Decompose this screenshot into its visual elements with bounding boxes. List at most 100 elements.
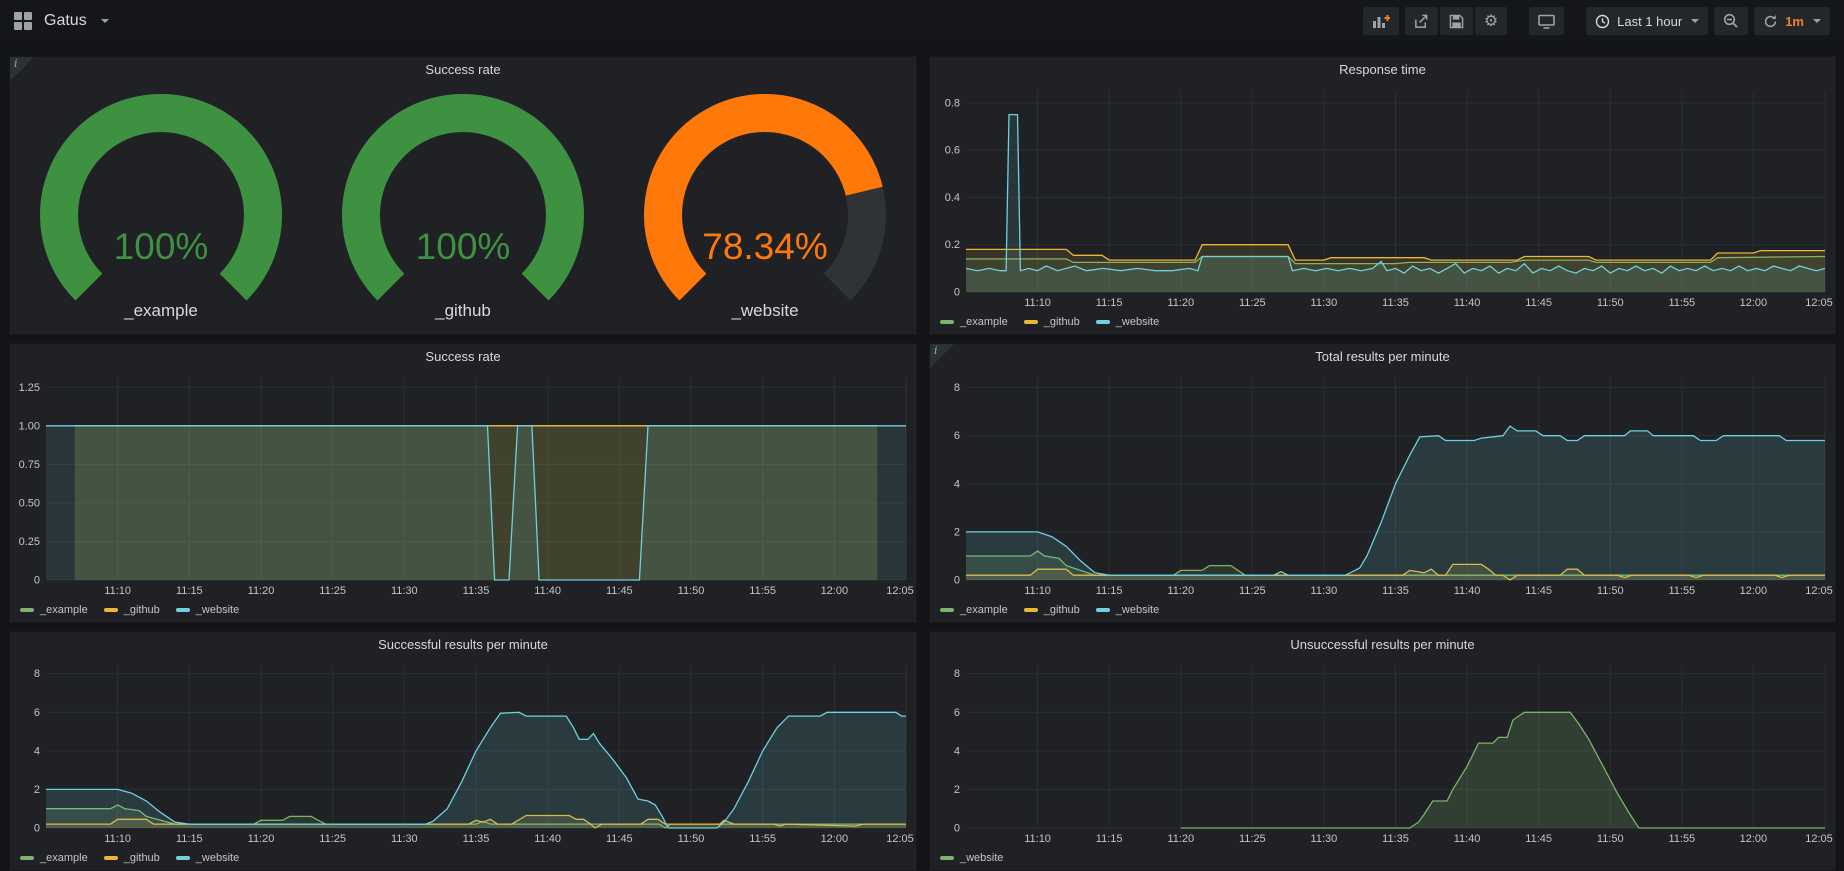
svg-text:1.25: 1.25 bbox=[19, 382, 40, 394]
panel-total-results: i Total results per minute 0246811:1011:… bbox=[929, 343, 1836, 623]
svg-text:12:05: 12:05 bbox=[1805, 297, 1833, 309]
time-range-caret-icon bbox=[1691, 19, 1699, 23]
panel-title[interactable]: Unsuccessful results per minute bbox=[930, 632, 1835, 658]
successful-results-chart[interactable]: 0246811:1011:1511:2011:2511:3011:3511:40… bbox=[10, 658, 916, 846]
svg-text:0: 0 bbox=[34, 575, 40, 587]
svg-text:0.4: 0.4 bbox=[945, 192, 960, 204]
response-time-chart[interactable]: 00.20.40.60.811:1011:1511:2011:2511:3011… bbox=[930, 83, 1835, 310]
legend-series-label: _website bbox=[1116, 604, 1159, 616]
panel-title[interactable]: Total results per minute bbox=[930, 344, 1835, 370]
svg-text:11:45: 11:45 bbox=[606, 833, 633, 845]
add-panel-button[interactable] bbox=[1363, 7, 1399, 35]
svg-text:11:10: 11:10 bbox=[104, 833, 131, 845]
success-rate-graph-chart[interactable]: 00.250.500.751.001.2511:1011:1511:2011:2… bbox=[10, 370, 916, 598]
svg-text:100%: 100% bbox=[114, 226, 209, 267]
total-results-chart[interactable]: 0246811:1011:1511:2011:2511:3011:3511:40… bbox=[930, 370, 1835, 598]
legend-item[interactable]: _website bbox=[940, 852, 1003, 864]
legend: _example _github _website bbox=[20, 601, 239, 619]
svg-text:4: 4 bbox=[954, 745, 960, 757]
legend-item[interactable]: _github bbox=[104, 852, 160, 864]
svg-text:11:55: 11:55 bbox=[1668, 833, 1695, 845]
svg-text:11:50: 11:50 bbox=[1597, 585, 1624, 597]
svg-text:1.00: 1.00 bbox=[19, 420, 40, 432]
gear-icon: ⚙ bbox=[1484, 14, 1498, 29]
svg-text:11:45: 11:45 bbox=[1525, 585, 1552, 597]
panel-info-corner[interactable]: i bbox=[930, 344, 954, 368]
apps-grid-icon[interactable] bbox=[14, 12, 32, 30]
svg-text:8: 8 bbox=[34, 668, 40, 680]
settings-button[interactable]: ⚙ bbox=[1475, 7, 1507, 35]
legend-item[interactable]: _github bbox=[1024, 604, 1080, 616]
svg-text:8: 8 bbox=[954, 668, 960, 680]
legend: _example _github _website bbox=[20, 849, 239, 867]
panel-successful-results: Successful results per minute 0246811:10… bbox=[9, 631, 917, 871]
svg-text:100%: 100% bbox=[416, 226, 511, 267]
panel-title[interactable]: Success rate bbox=[10, 344, 916, 370]
svg-text:11:25: 11:25 bbox=[319, 833, 346, 845]
legend-series-label: _website bbox=[960, 852, 1003, 864]
legend-item[interactable]: _website bbox=[176, 604, 239, 616]
svg-text:0: 0 bbox=[954, 823, 960, 835]
monitor-icon bbox=[1538, 14, 1555, 29]
unsuccessful-results-chart[interactable]: 0246811:1011:1511:2011:2511:3011:3511:40… bbox=[930, 658, 1835, 846]
svg-text:12:05: 12:05 bbox=[886, 585, 914, 597]
svg-text:_website: _website bbox=[730, 301, 798, 320]
legend-item[interactable]: _example bbox=[940, 604, 1008, 616]
panel-title[interactable]: Success rate bbox=[10, 57, 916, 83]
legend-item[interactable]: _example bbox=[20, 852, 88, 864]
refresh-icon bbox=[1763, 14, 1778, 29]
svg-text:11:40: 11:40 bbox=[534, 585, 561, 597]
save-button[interactable] bbox=[1440, 7, 1473, 35]
svg-text:12:00: 12:00 bbox=[1740, 585, 1768, 597]
legend-item[interactable]: _website bbox=[176, 852, 239, 864]
svg-text:11:15: 11:15 bbox=[1096, 585, 1123, 597]
legend-series-label: _github bbox=[1044, 604, 1080, 616]
svg-text:78.34%: 78.34% bbox=[702, 226, 828, 267]
dashboard-title-caret-icon[interactable] bbox=[101, 19, 109, 23]
legend-series-dash bbox=[940, 856, 954, 860]
svg-text:11:25: 11:25 bbox=[1239, 585, 1266, 597]
svg-text:11:30: 11:30 bbox=[1311, 585, 1338, 597]
svg-text:11:55: 11:55 bbox=[1668, 585, 1695, 597]
svg-text:4: 4 bbox=[954, 478, 960, 490]
legend-item[interactable]: _github bbox=[1024, 316, 1080, 328]
refresh-picker[interactable]: 1m bbox=[1754, 7, 1830, 35]
tv-mode-button[interactable] bbox=[1529, 7, 1564, 35]
legend-series-dash bbox=[1096, 608, 1110, 612]
legend-series-dash bbox=[176, 856, 190, 860]
legend-item[interactable]: _website bbox=[1096, 316, 1159, 328]
panel-title[interactable]: Successful results per minute bbox=[10, 632, 916, 658]
svg-text:11:50: 11:50 bbox=[1597, 833, 1624, 845]
refresh-caret-icon bbox=[1813, 19, 1821, 23]
panel-title[interactable]: Response time bbox=[930, 57, 1835, 83]
legend: _website bbox=[940, 849, 1003, 867]
svg-text:11:20: 11:20 bbox=[1167, 585, 1194, 597]
legend-item[interactable]: _github bbox=[104, 604, 160, 616]
legend-series-label: _example bbox=[960, 604, 1008, 616]
legend-series-dash bbox=[940, 320, 954, 324]
share-button[interactable] bbox=[1405, 7, 1438, 35]
zoom-out-button[interactable] bbox=[1714, 7, 1748, 35]
share-icon bbox=[1414, 14, 1429, 29]
svg-text:11:25: 11:25 bbox=[319, 585, 346, 597]
panel-info-corner[interactable]: i bbox=[10, 57, 34, 81]
svg-text:11:30: 11:30 bbox=[391, 833, 418, 845]
legend: _example _github _website bbox=[940, 313, 1159, 331]
svg-text:6: 6 bbox=[34, 707, 40, 719]
legend-item[interactable]: _example bbox=[940, 316, 1008, 328]
svg-text:11:35: 11:35 bbox=[463, 833, 490, 845]
dashboard-title[interactable]: Gatus bbox=[44, 12, 87, 30]
legend-item[interactable]: _example bbox=[20, 604, 88, 616]
legend-series-dash bbox=[104, 608, 118, 612]
svg-text:11:55: 11:55 bbox=[1668, 297, 1695, 309]
svg-text:11:50: 11:50 bbox=[678, 585, 705, 597]
svg-text:11:10: 11:10 bbox=[1024, 833, 1051, 845]
legend-series-dash bbox=[1096, 320, 1110, 324]
svg-text:11:30: 11:30 bbox=[391, 585, 418, 597]
success-rate-gauge-chart: 100%_example100%_github78.34%_website bbox=[10, 83, 916, 328]
time-range-picker[interactable]: Last 1 hour bbox=[1586, 7, 1708, 35]
legend-series-label: _example bbox=[40, 852, 88, 864]
legend-item[interactable]: _website bbox=[1096, 604, 1159, 616]
svg-text:11:25: 11:25 bbox=[1239, 833, 1266, 845]
svg-text:2: 2 bbox=[34, 784, 40, 796]
